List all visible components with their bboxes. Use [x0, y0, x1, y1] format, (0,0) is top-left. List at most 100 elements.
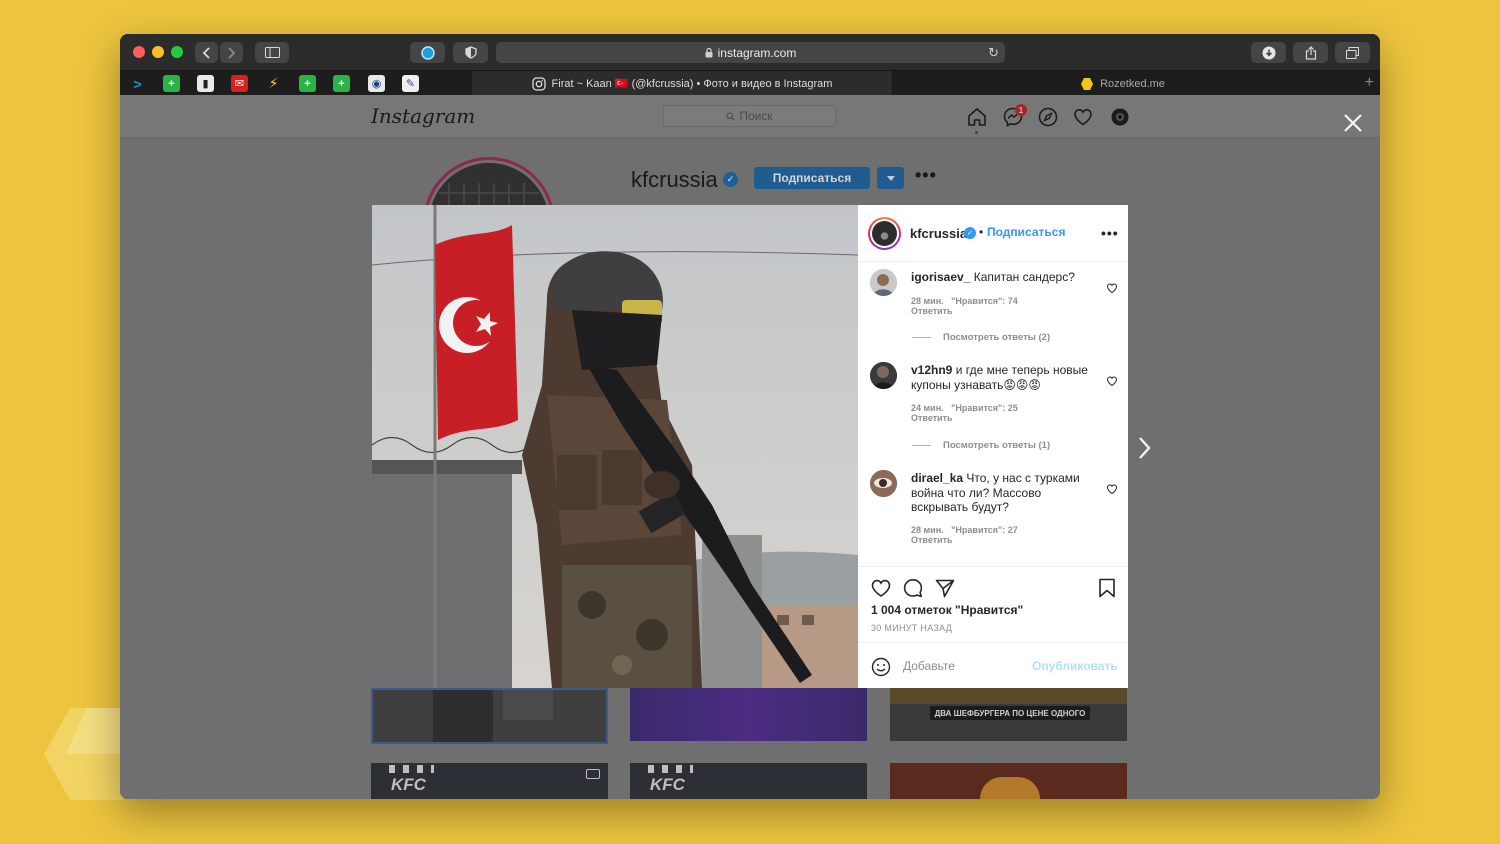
header-separator-dot: •	[979, 225, 984, 239]
comment-reply-link[interactable]: Ответить	[911, 306, 953, 316]
post-author-avatar[interactable]	[868, 217, 901, 250]
explore-compass-icon[interactable]	[1037, 106, 1059, 128]
favorite-terminal-icon[interactable]: >	[129, 75, 146, 92]
favorite-sheets3-icon[interactable]: +	[333, 75, 350, 92]
close-window-button[interactable]	[133, 46, 145, 58]
comment-username[interactable]: dirael_ka	[911, 471, 963, 485]
home-icon[interactable]	[966, 106, 988, 128]
view-replies-link[interactable]: Посмотреть ответы (1)	[912, 440, 1050, 451]
browser-window: instagram.com ↻ > + ▮ ✉ ⚡ + + ◉ ✎ Firat …	[120, 34, 1380, 799]
address-bar[interactable]: instagram.com ↻	[496, 42, 1005, 63]
favorite-bolt-icon[interactable]: ⚡	[265, 75, 282, 92]
favorite-sheets2-icon[interactable]: +	[299, 75, 316, 92]
favorite-mail-icon[interactable]: ✉	[231, 75, 248, 92]
grid-post-1[interactable]	[371, 688, 608, 744]
favorite-globe-icon[interactable]: ◉	[368, 75, 385, 92]
profile-more-options[interactable]: •••	[915, 165, 937, 186]
downloads-button[interactable]	[1251, 42, 1286, 63]
comment-username[interactable]: igorisaev_	[911, 270, 970, 284]
extension-circle-icon	[420, 45, 435, 60]
instagram-favicon-icon	[531, 76, 546, 91]
tab-instagram[interactable]: Firat ~ Kaan 🇹🇷 (@kfcrussia) • Фото и ви…	[472, 71, 892, 96]
sidebar-toggle-button[interactable]	[255, 42, 289, 63]
comment-likes[interactable]: "Нравится": 74	[951, 296, 1018, 306]
close-modal-icon[interactable]	[1342, 112, 1364, 134]
minimize-window-button[interactable]	[152, 46, 164, 58]
view-replies-link[interactable]: Посмотреть ответы (2)	[912, 332, 1050, 343]
comment-likes[interactable]: "Нравится": 25	[951, 403, 1018, 413]
post-side-panel: kfcrussia ✓ • Подписаться ••• igorisaev_…	[858, 205, 1128, 688]
replies-line	[912, 337, 931, 338]
like-heart-icon[interactable]	[870, 577, 892, 599]
next-post-chevron-icon[interactable]	[1136, 435, 1154, 461]
comment-meta: 24 мин. "Нравится": 25 Ответить	[911, 403, 1018, 423]
comment-reply-link[interactable]: Ответить	[911, 413, 953, 423]
emoji-smiley-icon[interactable]	[871, 657, 891, 677]
share-button[interactable]	[1293, 42, 1328, 63]
comment-meta: 28 мин. "Нравится": 74 Ответить	[911, 296, 1018, 316]
other-tab-title: Rozetked.me	[1100, 77, 1165, 90]
reload-icon[interactable]: ↻	[988, 45, 999, 61]
tab-rozetked[interactable]: Rozetked.me	[892, 71, 1352, 96]
search-input[interactable]: Поиск	[663, 105, 836, 127]
grid-post-4[interactable]: KFC	[371, 763, 608, 799]
grid-post-2[interactable]	[630, 688, 867, 741]
comment-username[interactable]: v12hn9	[911, 363, 952, 377]
comment-time: 28 мин.	[911, 296, 944, 306]
grid-post-6[interactable]	[890, 763, 1127, 799]
post-options-icon[interactable]: •••	[1101, 225, 1119, 241]
profile-username: kfcrussia	[631, 167, 718, 192]
likes-count[interactable]: 1 004 отметок "Нравится"	[871, 603, 1023, 617]
comment-likes[interactable]: "Нравится": 27	[951, 525, 1018, 535]
url-text: instagram.com	[717, 45, 797, 60]
comment-avatar[interactable]	[870, 362, 897, 389]
activity-heart-icon[interactable]	[1072, 106, 1094, 128]
profile-suggestions-dropdown[interactable]	[877, 167, 904, 189]
back-button[interactable]	[195, 42, 218, 63]
add-comment-bar: Добавьте Опубликовать	[858, 642, 1128, 688]
fullscreen-window-button[interactable]	[171, 46, 183, 58]
comment-avatar-image	[870, 470, 897, 497]
verified-badge-icon: ✓	[964, 227, 976, 239]
add-comment-input[interactable]: Добавьте	[903, 659, 955, 673]
notification-badge: 1	[1015, 104, 1027, 116]
bookmark-icon[interactable]	[1096, 577, 1118, 599]
post-photo[interactable]	[372, 205, 858, 688]
post-follow-link[interactable]: Подписаться	[987, 225, 1065, 239]
privacy-shield-button[interactable]	[453, 42, 488, 63]
extension-button[interactable]	[410, 42, 445, 63]
share-send-icon[interactable]	[934, 577, 956, 599]
tab-bar: > + ▮ ✉ ⚡ + + ◉ ✎ Firat ~ Kaan 🇹🇷 (@kfcr…	[120, 70, 1380, 96]
profile-follow-button[interactable]: Подписаться	[754, 167, 870, 189]
comment-avatar[interactable]	[870, 269, 897, 296]
favorite-sheets-icon[interactable]: +	[163, 75, 180, 92]
view-replies-text: Посмотреть ответы (2)	[943, 332, 1051, 343]
comment-bubble-icon[interactable]	[902, 577, 924, 599]
share-icon	[1305, 45, 1316, 60]
title-bar: instagram.com ↻	[120, 34, 1380, 70]
instagram-logo[interactable]: Instagram	[371, 104, 475, 128]
comment-reply-link[interactable]: Ответить	[911, 535, 953, 545]
favorite-note-icon[interactable]: ✎	[402, 75, 419, 92]
forward-button[interactable]	[220, 42, 243, 63]
publish-comment-button[interactable]: Опубликовать	[1032, 659, 1118, 673]
comment-like-heart-icon[interactable]	[1106, 483, 1118, 495]
search-icon	[726, 111, 736, 121]
comment-like-heart-icon[interactable]	[1106, 375, 1118, 387]
post-author-username[interactable]: kfcrussia	[910, 226, 967, 241]
grid-post-3[interactable]: ДВА ШЕФБУРГЕРА ПО ЦЕНЕ ОДНОГО	[890, 688, 1127, 741]
post-actions: 1 004 отметок "Нравится" 30 МИНУТ НАЗАД	[858, 566, 1128, 642]
profile-avatar-icon[interactable]	[1109, 106, 1131, 128]
comment-avatar[interactable]	[870, 470, 897, 497]
comment-time: 24 мин.	[911, 403, 944, 413]
favorite-stats-icon[interactable]: ▮	[197, 75, 214, 92]
page-content: Instagram Поиск 1 kfcrussia ✓ Подписатьс…	[120, 95, 1380, 799]
chevron-left-icon	[202, 46, 210, 59]
comment-text: igorisaev_ Капитан сандерс?	[911, 270, 1101, 285]
grid-post-5[interactable]: KFC	[630, 763, 867, 799]
tabs-icon	[1346, 46, 1359, 59]
new-tab-button[interactable]: +	[1365, 74, 1374, 92]
post-photo-image	[372, 205, 858, 688]
tab-overview-button[interactable]	[1335, 42, 1370, 63]
comment-like-heart-icon[interactable]	[1106, 282, 1118, 294]
